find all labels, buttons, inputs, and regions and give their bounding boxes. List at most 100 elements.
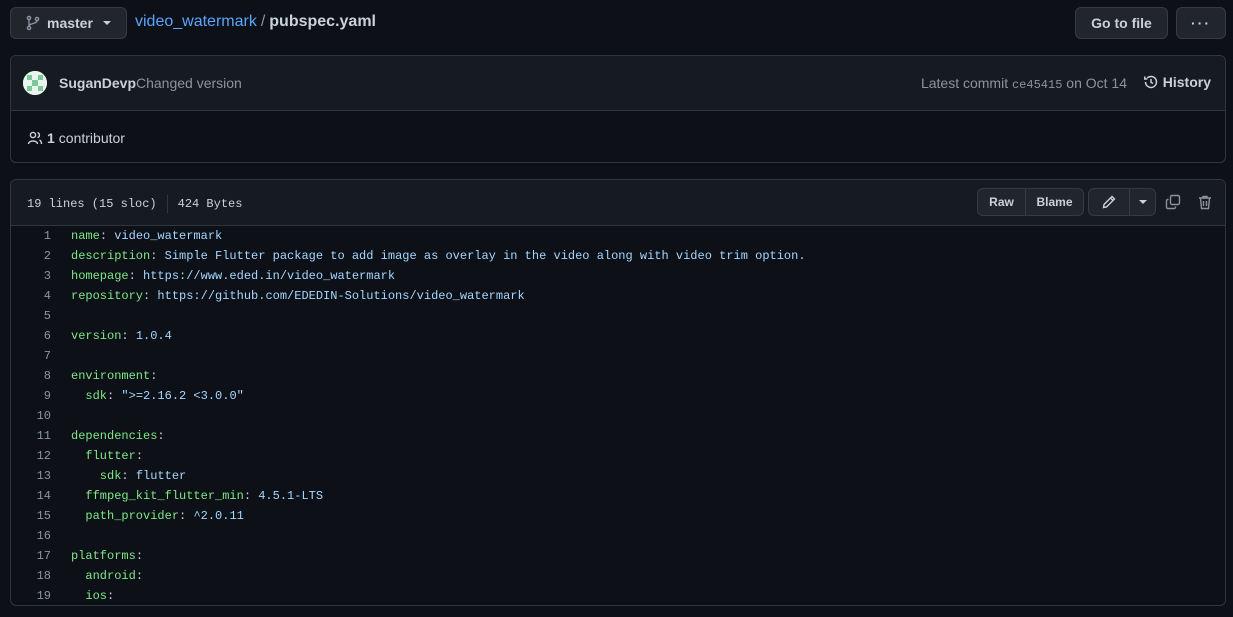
avatar[interactable] [23,71,47,95]
line-number[interactable]: 19 [11,586,51,605]
branch-name: master [47,15,93,31]
yaml-key: environment [71,369,151,383]
latest-commit-box: SuganDevp Changed version Latest commit … [10,55,1226,163]
line-number[interactable]: 3 [11,266,51,286]
commit-message-link[interactable]: Changed version [136,75,242,91]
trash-icon[interactable] [1197,194,1213,210]
yaml-key: repository [71,289,144,303]
yaml-value: video_watermark [114,229,223,243]
latest-commit-label: Latest commit [920,75,1009,91]
code-line: 2 description: Simple Flutter package to … [11,246,1225,266]
line-content: flutter: [51,446,143,466]
code-line: 17 platforms: [11,546,1225,566]
copy-icon[interactable] [1165,194,1181,210]
more-options-button[interactable]: ··· [1176,7,1226,39]
raw-blame-group: Raw Blame [977,188,1084,216]
line-number[interactable]: 6 [11,326,51,346]
yaml-key: android [71,569,136,583]
line-number[interactable]: 4 [11,286,51,306]
edit-dropdown-button[interactable] [1130,189,1155,215]
raw-button[interactable]: Raw [978,189,1026,215]
yaml-colon: : [243,489,259,503]
yaml-key: version [71,329,122,343]
line-number[interactable]: 7 [11,346,51,366]
line-content: name: video_watermark [51,226,222,246]
commit-meta: Latest commit ce45415 on Oct 14 [921,75,1127,92]
breadcrumb-separator: / [260,13,266,30]
yaml-colon: : [157,429,165,443]
line-number[interactable]: 1 [11,226,51,246]
line-number[interactable]: 12 [11,446,51,466]
blame-button[interactable]: Blame [1026,189,1083,215]
code-line: 1 name: video_watermark [11,226,1225,246]
line-number[interactable]: 10 [11,406,51,426]
code-line: 6 version: 1.0.4 [11,326,1225,346]
branch-select-button[interactable]: master [10,7,127,39]
line-number[interactable]: 13 [11,466,51,486]
yaml-colon: : [121,329,136,343]
code-line: 4 repository: https://github.com/EDEDIN-S… [11,286,1225,306]
go-to-file-button[interactable]: Go to file [1075,7,1168,39]
yaml-key: dependencies [71,429,158,443]
line-content [51,526,71,546]
line-number[interactable]: 14 [11,486,51,506]
people-icon [27,131,43,145]
yaml-colon: : [135,549,144,563]
line-content: environment: [51,366,157,386]
yaml-colon: : [143,289,158,303]
breadcrumb-repo-link[interactable]: video_watermark [135,13,257,30]
contributors-row[interactable]: 1 contributor [27,130,125,146]
line-content: path_provider: ^2.0.11 [51,506,243,526]
yaml-value: ">=2.16.2 <3.0.0" [121,389,244,403]
code-line: 10 [11,406,1225,426]
contributor-count: 1 [47,130,55,146]
yaml-value: https://www.eded.in/video_watermark [143,269,396,283]
breadcrumb: video_watermark / pubspec.yaml [135,13,376,31]
yaml-key: name [71,229,100,243]
line-number[interactable]: 15 [11,506,51,526]
history-label: History [1162,74,1211,90]
line-number[interactable]: 8 [11,366,51,386]
line-content [51,346,71,366]
caret-down-icon [102,21,111,25]
yaml-key: platforms [71,549,136,563]
line-number[interactable]: 5 [11,306,51,326]
yaml-key: homepage [71,269,129,283]
code-line: 7 [11,346,1225,366]
yaml-key: flutter [71,449,136,463]
code-line: 19 ios: [11,586,1225,605]
history-icon [1143,75,1158,89]
pencil-icon [1102,195,1116,209]
line-number[interactable]: 18 [11,566,51,586]
line-content: sdk: flutter [51,466,186,486]
git-branch-icon [26,15,40,31]
yaml-colon: : [179,509,194,523]
line-number[interactable]: 16 [11,526,51,546]
line-number[interactable]: 9 [11,386,51,406]
yaml-colon: : [128,269,144,283]
line-content: sdk: ">=2.16.2 <3.0.0" [51,386,244,406]
commit-sha-link[interactable]: ce45415 [1012,78,1062,92]
commit-row: SuganDevp Changed version Latest commit … [11,56,1225,111]
commit-author-link[interactable]: SuganDevp [59,75,136,91]
yaml-key: sdk [71,389,108,403]
code-line: 15 path_provider: ^2.0.11 [11,506,1225,526]
yaml-key: sdk [71,469,122,483]
file-info: 19 lines (15 sloc) 424 Bytes [27,195,242,213]
code-line: 3 homepage: https://www.eded.in/video_wat… [11,266,1225,286]
yaml-colon: : [121,469,136,483]
code-view: 1 name: video_watermark 2 description: Simp… [11,226,1225,605]
file-viewer: 19 lines (15 sloc) 424 Bytes Raw Blame 1… [10,179,1226,606]
line-content: android: [51,566,143,586]
yaml-colon: : [135,569,144,583]
info-divider [166,195,168,213]
line-content: homepage: https://www.eded.in/video_wate… [51,266,395,286]
edit-button[interactable] [1089,189,1130,215]
commit-date: on Oct 14 [1066,75,1127,91]
file-lines-info: 19 lines (15 sloc) [27,197,157,211]
line-number[interactable]: 17 [11,546,51,566]
code-line: 11 dependencies: [11,426,1225,446]
history-link[interactable]: History [1143,74,1211,90]
line-number[interactable]: 2 [11,246,51,266]
line-number[interactable]: 11 [11,426,51,446]
